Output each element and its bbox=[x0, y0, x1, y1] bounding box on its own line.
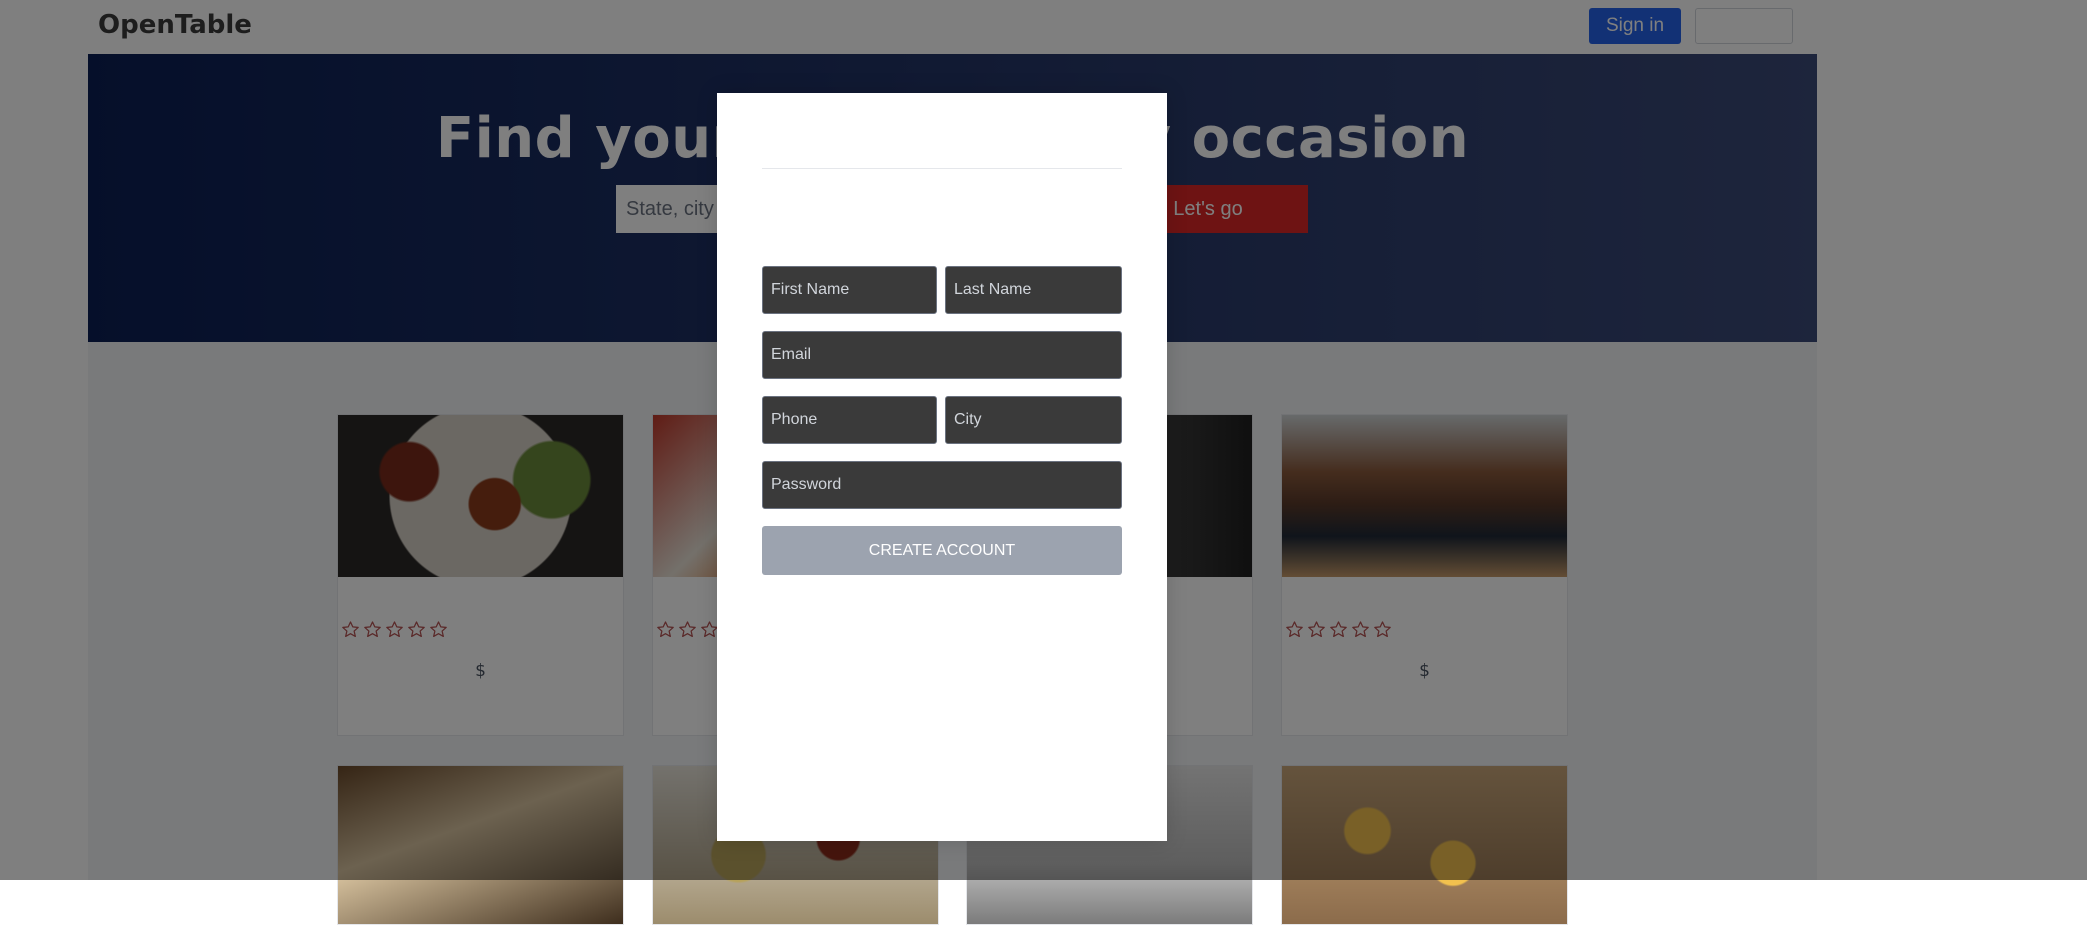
password-field[interactable] bbox=[762, 461, 1122, 509]
modal-divider bbox=[762, 168, 1122, 169]
last-name-field[interactable] bbox=[945, 266, 1122, 314]
modal-title bbox=[762, 123, 1122, 153]
page: OpenTable Sign in Find your table for an… bbox=[0, 0, 2087, 925]
first-name-field[interactable] bbox=[762, 266, 937, 314]
email-field[interactable] bbox=[762, 331, 1122, 379]
signup-modal: CREATE ACCOUNT bbox=[717, 93, 1167, 841]
phone-field[interactable] bbox=[762, 396, 937, 444]
city-field[interactable] bbox=[945, 396, 1122, 444]
create-account-button[interactable]: CREATE ACCOUNT bbox=[762, 526, 1122, 575]
